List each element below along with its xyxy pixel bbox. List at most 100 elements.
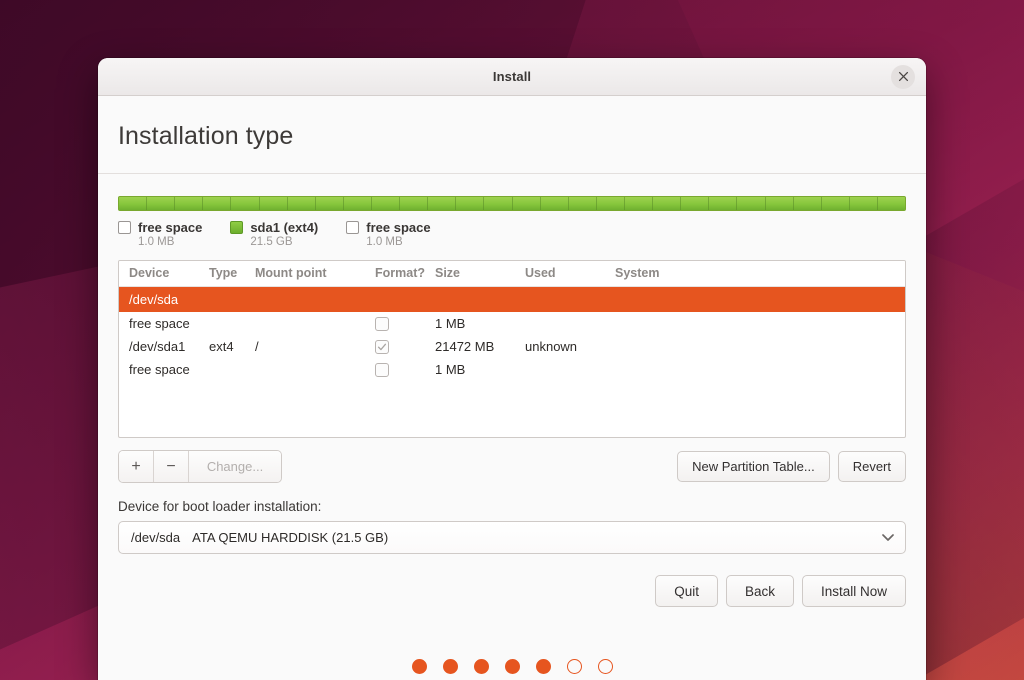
cell-size: 1 MB	[435, 315, 466, 331]
cell-mount-point: /	[255, 338, 259, 354]
legend-item-label: free space	[138, 220, 203, 235]
partition-legend: free space 1.0 MB sda1 (ext4) 21.5 GB fr…	[118, 220, 906, 260]
cell-size: 1 MB	[435, 361, 466, 377]
cell-size	[435, 286, 525, 312]
cell-format	[375, 335, 435, 358]
legend-item: free space 1.0 MB	[118, 220, 202, 248]
legend-swatch-icon	[118, 221, 131, 234]
format-checkbox[interactable]	[375, 362, 389, 377]
cell-used	[525, 312, 615, 335]
disk-bar-segment	[315, 197, 344, 210]
table-row[interactable]: free space 1 MB	[119, 358, 905, 381]
install-now-button[interactable]: Install Now	[801, 575, 906, 607]
partition-edit-group: + − Change...	[118, 450, 282, 483]
cell-system	[615, 335, 905, 358]
column-header-size: Size	[435, 261, 525, 287]
cell-mount-point	[255, 358, 375, 381]
legend-item-size: 1.0 MB	[138, 236, 175, 248]
table-header-row: Device Type Mount point Format? Size Use…	[119, 261, 905, 287]
table-row[interactable]: /dev/sda	[119, 286, 905, 312]
disk-usage-bar	[118, 196, 906, 211]
close-icon[interactable]	[891, 64, 915, 89]
disk-bar-segment	[849, 197, 878, 210]
quit-button[interactable]: Quit	[655, 575, 718, 607]
cell-system	[615, 312, 905, 335]
disk-bar-segment	[147, 197, 176, 210]
cell-used: unknown	[525, 338, 578, 354]
disk-bar-segment	[259, 197, 288, 210]
table-row[interactable]: /dev/sda1 ext4 / 21472 MB unknown	[119, 335, 905, 358]
disk-bar-segment	[203, 197, 232, 210]
disk-bar-segment	[821, 197, 850, 210]
column-header-used: Used	[525, 261, 615, 287]
cell-mount-point	[255, 312, 375, 335]
back-button[interactable]: Back	[725, 575, 794, 607]
disk-bar-segment	[231, 197, 260, 210]
progress-dot-filled	[411, 659, 427, 674]
cell-format	[375, 358, 435, 381]
add-partition-button[interactable]: +	[119, 451, 154, 482]
disk-bar-segment	[793, 197, 822, 210]
progress-dot-filled	[504, 659, 520, 674]
disk-bar-segment	[175, 197, 204, 210]
cell-format	[375, 286, 435, 312]
disk-bar-segment	[624, 197, 654, 210]
cell-type: ext4	[209, 338, 234, 354]
install-window: Install Installation type free space 1.0…	[98, 58, 926, 680]
disk-bar-segment	[119, 197, 148, 210]
bootloader-label: Device for boot loader installation:	[118, 499, 322, 514]
page-title: Installation type	[118, 122, 294, 150]
legend-item-label: sda1 (ext4)	[250, 220, 319, 235]
bootloader-selected-description: ATA QEMU HARDDISK (21.5 GB)	[192, 530, 389, 545]
disk-bar-segment	[681, 197, 710, 210]
remove-partition-button[interactable]: −	[154, 451, 189, 482]
disk-bar-segment	[737, 197, 766, 210]
disk-bar-segment	[709, 197, 738, 210]
cell-device: free space	[129, 361, 190, 377]
cell-mount-point	[255, 286, 375, 312]
change-partition-button[interactable]: Change...	[189, 451, 281, 482]
disk-bar-segment	[400, 197, 429, 210]
cell-type	[209, 312, 255, 335]
legend-swatch-icon	[230, 221, 244, 234]
cell-size: 21472 MB	[435, 338, 495, 354]
disk-bar-segment	[287, 197, 316, 210]
cell-device: free space	[129, 315, 190, 331]
disk-bar-segment	[428, 197, 457, 210]
legend-item-size: 1.0 MB	[366, 236, 403, 248]
legend-item: free space 1.0 MB	[346, 220, 431, 248]
progress-dot-empty	[566, 659, 582, 674]
cell-format	[375, 312, 435, 335]
column-header-mount-point: Mount point	[255, 261, 375, 287]
cell-used	[525, 286, 615, 312]
legend-swatch-icon	[346, 221, 360, 234]
progress-dot-filled	[473, 659, 489, 674]
disk-bar-segment	[456, 197, 485, 210]
bootloader-device-select[interactable]: /dev/sda ATA QEMU HARDDISK (21.5 GB)	[118, 521, 906, 554]
window-titlebar: Install	[98, 58, 926, 96]
format-checkbox-checked[interactable]	[375, 339, 389, 354]
bootloader-selected-device: /dev/sda	[131, 530, 181, 545]
revert-button[interactable]: Revert	[837, 451, 906, 482]
table-row[interactable]: free space 1 MB	[119, 312, 905, 335]
disk-bar-segment	[484, 197, 513, 210]
format-checkbox[interactable]	[375, 316, 389, 331]
cell-used	[525, 358, 615, 381]
progress-dot-empty	[597, 659, 613, 674]
disk-bar-segment	[371, 197, 401, 210]
chevron-down-icon	[882, 534, 894, 541]
column-header-type: Type	[209, 261, 255, 287]
progress-dots	[118, 659, 906, 674]
cell-system	[615, 286, 905, 312]
progress-dot-filled	[535, 659, 551, 674]
column-header-system: System	[615, 261, 905, 287]
disk-bar-segment	[343, 197, 372, 210]
disk-bar-segment	[765, 197, 794, 210]
cell-device: /dev/sda	[119, 286, 209, 312]
cell-device: /dev/sda1	[129, 338, 186, 354]
navigation-buttons: Quit Back Install Now	[118, 575, 906, 607]
new-partition-table-button[interactable]: New Partition Table...	[677, 451, 830, 482]
partition-table[interactable]: Device Type Mount point Format? Size Use…	[118, 260, 906, 438]
legend-item: sda1 (ext4) 21.5 GB	[230, 220, 318, 248]
disk-bar-segment	[653, 197, 682, 210]
